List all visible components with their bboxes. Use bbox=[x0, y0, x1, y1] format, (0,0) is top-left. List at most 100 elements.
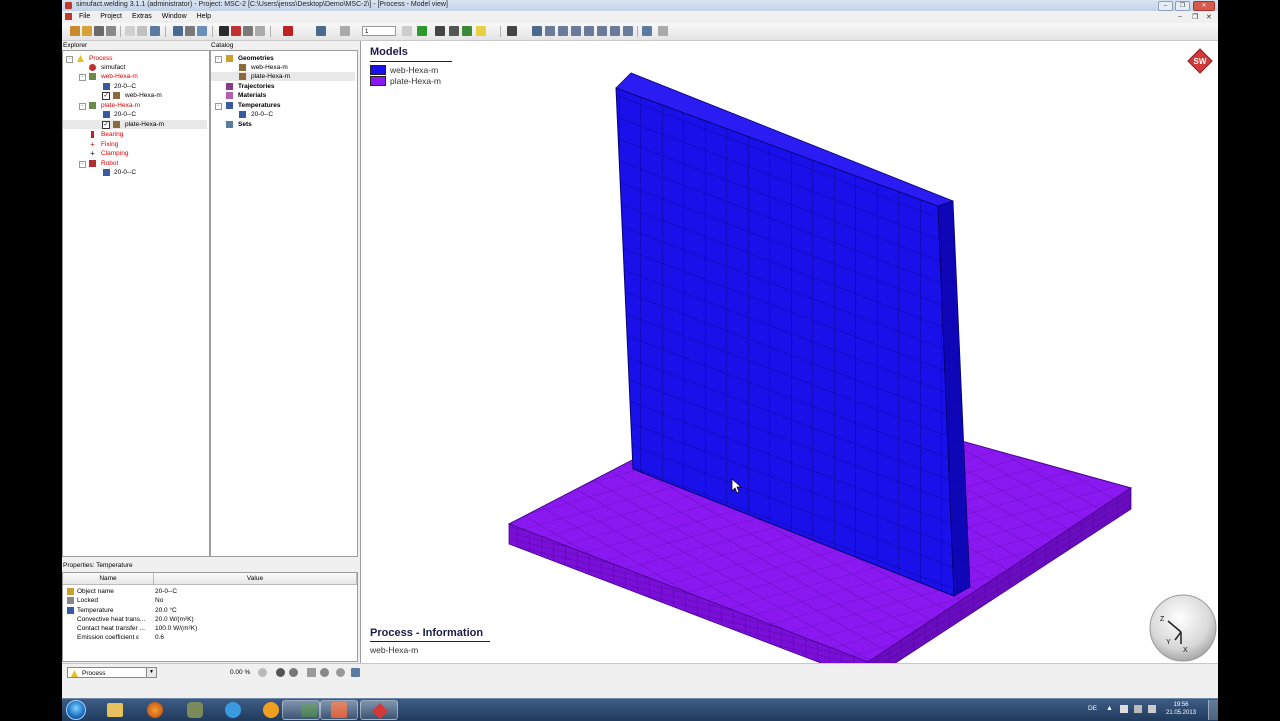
property-value[interactable]: 20.0 W/(m²K) bbox=[155, 615, 194, 624]
column-header-name[interactable]: Name bbox=[63, 573, 154, 585]
view-back-icon[interactable] bbox=[610, 26, 620, 36]
taskbar-app-ie[interactable] bbox=[214, 700, 252, 720]
property-value[interactable]: 0.6 bbox=[155, 633, 164, 642]
catalog-item-temperature[interactable]: 20-0--C bbox=[211, 110, 355, 119]
property-row[interactable]: Convective heat trans... 20.0 W/(m²K) bbox=[63, 615, 357, 624]
property-value[interactable]: No bbox=[155, 596, 163, 605]
import-icon[interactable] bbox=[150, 26, 160, 36]
collapse-icon[interactable]: - bbox=[215, 103, 222, 110]
axes-icon[interactable] bbox=[449, 26, 459, 36]
layers-icon[interactable] bbox=[255, 26, 265, 36]
catalog-item-sets[interactable]: Sets bbox=[211, 120, 355, 129]
view-iso-icon[interactable] bbox=[584, 26, 594, 36]
save-all-icon[interactable] bbox=[106, 26, 116, 36]
grid-icon[interactable] bbox=[243, 26, 253, 36]
tree-item-clamping[interactable]: + Clamping bbox=[63, 149, 207, 158]
menu-project[interactable]: Project bbox=[96, 11, 126, 23]
axis-triad[interactable]: Z Y X bbox=[1148, 594, 1218, 663]
tree-item-robot[interactable]: - Robot bbox=[63, 159, 207, 168]
property-value[interactable]: 20-0--C bbox=[155, 587, 177, 596]
visibility-checkbox[interactable]: ✓ bbox=[102, 92, 110, 100]
collapse-icon[interactable]: - bbox=[215, 56, 222, 63]
catalog-item-temperatures[interactable]: - Temperatures bbox=[211, 101, 355, 110]
menu-extras[interactable]: Extras bbox=[128, 11, 156, 23]
split-icon[interactable] bbox=[435, 26, 445, 36]
zoom-icon[interactable] bbox=[532, 26, 542, 36]
tree-item-robot-temperature[interactable]: 20-0--C bbox=[63, 168, 207, 177]
language-indicator[interactable]: DE bbox=[1088, 705, 1097, 712]
tree-item-web-geometry[interactable]: ✓ web-Hexa-m bbox=[63, 91, 207, 100]
export-icon[interactable] bbox=[197, 26, 207, 36]
clock[interactable]: 19:56 21.05.2013 bbox=[1166, 701, 1196, 717]
log-icon[interactable] bbox=[307, 668, 316, 677]
property-row[interactable]: Object name 20-0--C bbox=[63, 587, 357, 596]
render-icon[interactable] bbox=[231, 26, 241, 36]
tree-item-plate-part[interactable]: - plate-Hexa-m bbox=[63, 101, 207, 110]
pause-icon[interactable] bbox=[289, 668, 298, 677]
frame-input[interactable]: 1 bbox=[362, 26, 396, 36]
taskbar-app-gimp[interactable] bbox=[176, 700, 214, 720]
volume-icon[interactable] bbox=[1148, 705, 1156, 713]
save-icon[interactable] bbox=[94, 26, 104, 36]
show-desktop-button[interactable] bbox=[1208, 700, 1218, 720]
tree-item-process[interactable]: - Process bbox=[63, 54, 207, 63]
chevron-down-icon[interactable]: ▼ bbox=[146, 668, 156, 677]
tray-chevron-icon[interactable]: ▲ bbox=[1106, 705, 1113, 712]
model-scene[interactable] bbox=[361, 41, 1218, 663]
minimize-button[interactable]: – bbox=[1158, 1, 1173, 11]
network-icon[interactable] bbox=[1134, 705, 1142, 713]
menu-window[interactable]: Window bbox=[158, 11, 191, 23]
restore-button[interactable]: ❐ bbox=[1175, 1, 1190, 11]
cut-icon[interactable] bbox=[283, 26, 293, 36]
settings-icon[interactable] bbox=[320, 668, 329, 677]
action-center-icon[interactable] bbox=[1120, 705, 1128, 713]
child-minimize-icon[interactable]: – bbox=[1178, 13, 1182, 20]
property-row[interactable]: Temperature 20.0 °C bbox=[63, 606, 357, 615]
child-restore-icon[interactable]: ❐ bbox=[1192, 13, 1198, 21]
visibility-checkbox[interactable]: ✓ bbox=[102, 121, 110, 129]
view-side-icon[interactable] bbox=[571, 26, 581, 36]
catalog-item-web[interactable]: web-Hexa-m bbox=[211, 63, 355, 72]
green-plot-icon[interactable] bbox=[417, 26, 427, 36]
tree-item-plate-temperature[interactable]: 20-0--C bbox=[63, 110, 207, 119]
open-project-icon[interactable] bbox=[82, 26, 92, 36]
catalog-item-plate[interactable]: plate-Hexa-m bbox=[211, 72, 355, 81]
calculate-icon[interactable] bbox=[173, 26, 183, 36]
catalog-item-geometries[interactable]: - Geometries bbox=[211, 54, 355, 63]
tree-item-plate-geometry[interactable]: ✓ plate-Hexa-m bbox=[63, 120, 207, 129]
property-row[interactable]: Contact heat transfer ... 100.0 W/(m²K) bbox=[63, 624, 357, 633]
process-select[interactable]: Process ▼ bbox=[67, 667, 157, 678]
new-project-icon[interactable] bbox=[70, 26, 80, 36]
timer-icon[interactable] bbox=[336, 668, 345, 677]
tree-item-web-part[interactable]: - web-Hexa-m bbox=[63, 72, 207, 81]
dotted-grid-icon[interactable] bbox=[402, 26, 412, 36]
light-icon[interactable] bbox=[476, 26, 486, 36]
collapse-icon[interactable]: - bbox=[79, 74, 86, 81]
start-button[interactable] bbox=[66, 700, 86, 720]
view-bottom-icon[interactable] bbox=[597, 26, 607, 36]
collapse-icon[interactable]: - bbox=[79, 161, 86, 168]
move-icon[interactable] bbox=[507, 26, 517, 36]
monitor-icon[interactable] bbox=[351, 668, 360, 677]
mesh-icon[interactable] bbox=[462, 26, 472, 36]
taskbar-app-firefox[interactable] bbox=[136, 700, 174, 720]
select-icon[interactable] bbox=[219, 26, 229, 36]
results-icon[interactable] bbox=[185, 26, 195, 36]
tree-item-bearing[interactable]: Bearing bbox=[63, 130, 207, 139]
property-value[interactable]: 100.0 W/(m²K) bbox=[155, 624, 197, 633]
property-row[interactable]: Emission coefficient ε 0.6 bbox=[63, 633, 357, 642]
tree-item-simufact[interactable]: simufact bbox=[63, 63, 207, 72]
collapse-icon[interactable]: - bbox=[66, 56, 73, 63]
column-header-value[interactable]: Value bbox=[154, 573, 357, 585]
child-close-icon[interactable]: ✕ bbox=[1206, 13, 1212, 21]
menu-help[interactable]: Help bbox=[193, 11, 215, 23]
taskbar-app-explorer[interactable] bbox=[96, 700, 134, 720]
close-button[interactable]: ✕ bbox=[1193, 1, 1215, 11]
tree-item-fixing[interactable]: + Fixing bbox=[63, 140, 207, 149]
catalog-item-materials[interactable]: Materials bbox=[211, 91, 355, 100]
catalog-item-trajectories[interactable]: Trajectories bbox=[211, 82, 355, 91]
tree-item-web-temperature[interactable]: 20-0--C bbox=[63, 82, 207, 91]
back-icon[interactable] bbox=[340, 26, 350, 36]
stop-icon[interactable] bbox=[276, 668, 285, 677]
options-icon[interactable] bbox=[658, 26, 668, 36]
